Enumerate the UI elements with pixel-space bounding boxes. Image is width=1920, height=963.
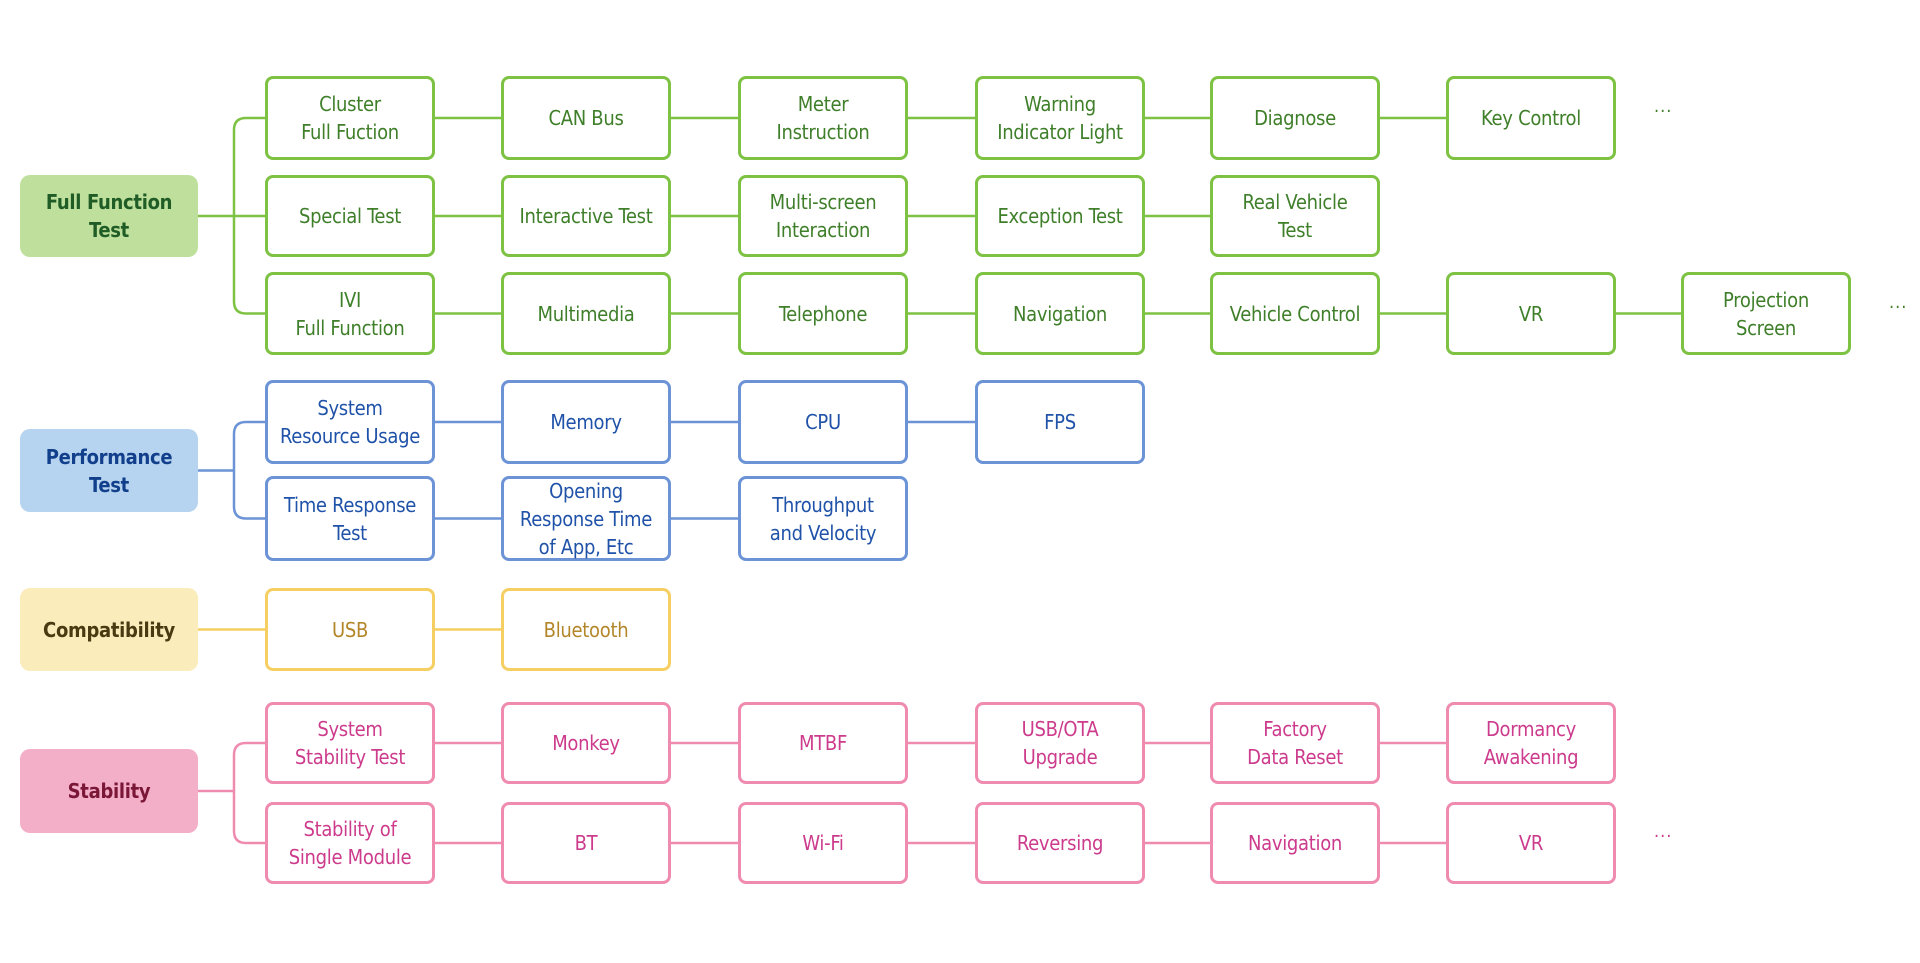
test-item[interactable]: FPS [975, 380, 1145, 464]
test-item[interactable]: Stability of Single Module [265, 802, 435, 884]
test-item[interactable]: Dormancy Awakening [1446, 702, 1616, 784]
test-item[interactable]: Vehicle Control [1210, 272, 1380, 355]
test-item[interactable]: CAN Bus [501, 76, 671, 160]
test-item[interactable]: BT [501, 802, 671, 884]
test-item[interactable]: Wi-Fi [738, 802, 908, 884]
test-item[interactable]: VR [1446, 802, 1616, 884]
test-item[interactable]: Key Control [1446, 76, 1616, 160]
test-item[interactable]: MTBF [738, 702, 908, 784]
test-item[interactable]: USB/OTA Upgrade [975, 702, 1145, 784]
test-item[interactable]: Special Test [265, 175, 435, 257]
test-item[interactable]: USB [265, 588, 435, 671]
more-ellipsis: ... [1654, 96, 1673, 117]
test-item[interactable]: IVI Full Function [265, 272, 435, 355]
test-item[interactable]: Throughput and Velocity [738, 476, 908, 561]
test-item[interactable]: Navigation [1210, 802, 1380, 884]
test-item[interactable]: System Resource Usage [265, 380, 435, 464]
test-item[interactable]: Opening Response Time of App, Etc [501, 476, 671, 561]
test-item[interactable]: Memory [501, 380, 671, 464]
test-item[interactable]: Telephone [738, 272, 908, 355]
category-full-function[interactable]: Full Function Test [20, 175, 198, 257]
test-item[interactable]: Exception Test [975, 175, 1145, 257]
test-item[interactable]: Cluster Full Fuction [265, 76, 435, 160]
category-stability[interactable]: Stability [20, 749, 198, 833]
category-performance[interactable]: Performance Test [20, 429, 198, 512]
branch-spine [232, 116, 265, 315]
test-item[interactable]: Projection Screen [1681, 272, 1851, 355]
test-item[interactable]: Monkey [501, 702, 671, 784]
test-item[interactable]: System Stability Test [265, 702, 435, 784]
category-compatibility[interactable]: Compatibility [20, 588, 198, 671]
test-item[interactable]: Bluetooth [501, 588, 671, 671]
test-item[interactable]: CPU [738, 380, 908, 464]
branch-spine [232, 741, 265, 845]
test-item[interactable]: Navigation [975, 272, 1145, 355]
test-item[interactable]: Interactive Test [501, 175, 671, 257]
branch-spine [232, 420, 265, 520]
test-item[interactable]: Reversing [975, 802, 1145, 884]
test-item[interactable]: Real Vehicle Test [1210, 175, 1380, 257]
test-item[interactable]: Factory Data Reset [1210, 702, 1380, 784]
test-item[interactable]: Multi-screen Interaction [738, 175, 908, 257]
more-ellipsis: ... [1654, 821, 1673, 842]
test-item[interactable]: Warning Indicator Light [975, 76, 1145, 160]
test-item[interactable]: Multimedia [501, 272, 671, 355]
test-item[interactable]: VR [1446, 272, 1616, 355]
test-item[interactable]: Time Response Test [265, 476, 435, 561]
more-ellipsis: ... [1889, 291, 1908, 313]
test-item[interactable]: Meter Instruction [738, 76, 908, 160]
test-item[interactable]: Diagnose [1210, 76, 1380, 160]
